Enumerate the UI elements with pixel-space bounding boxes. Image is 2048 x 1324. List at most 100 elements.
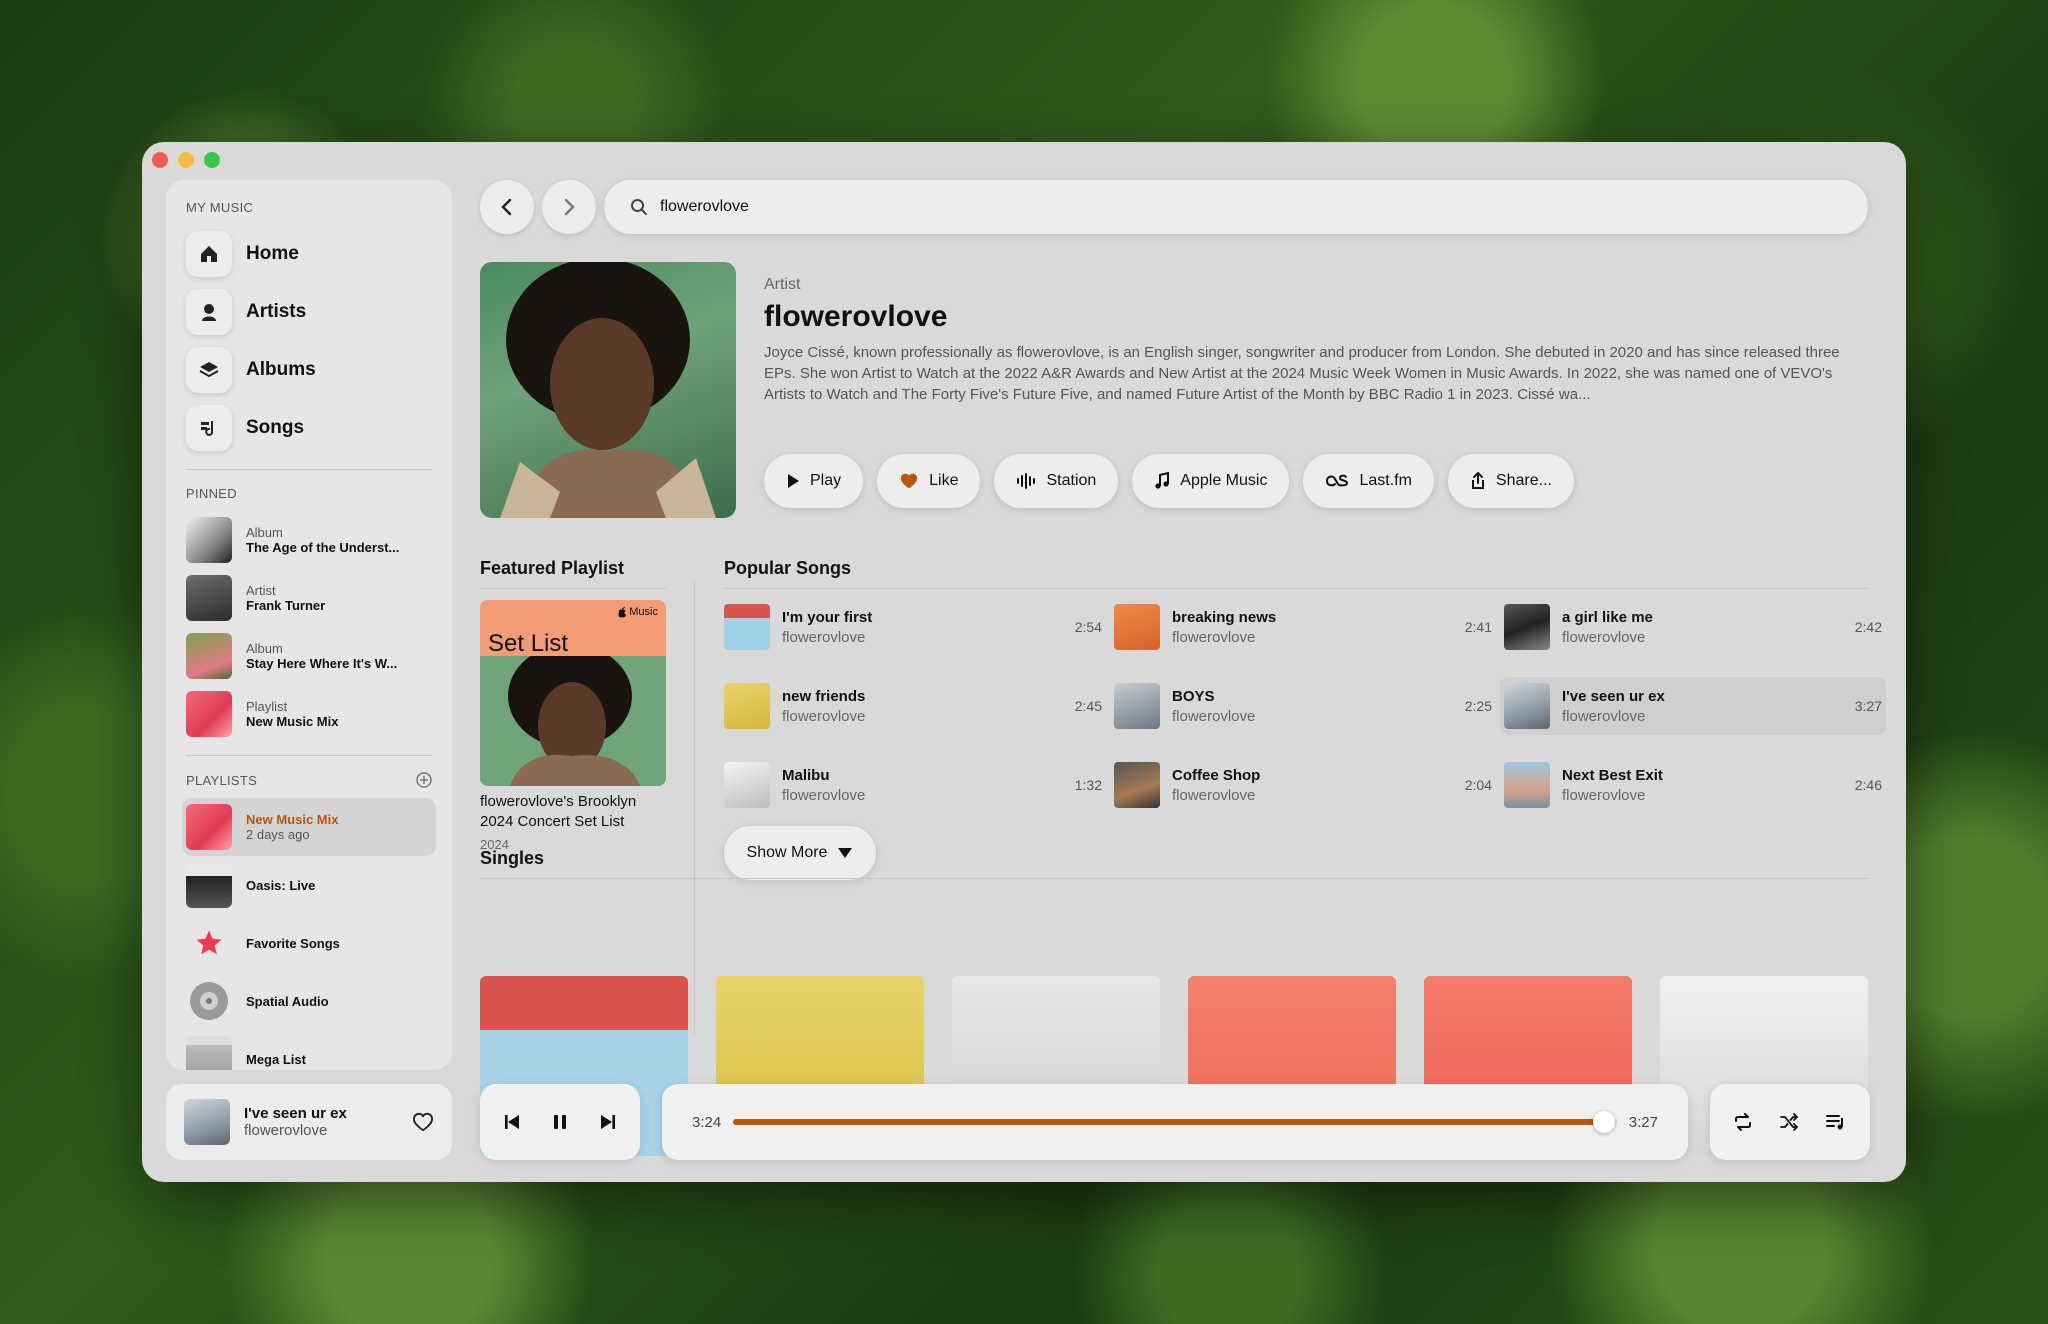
song-row[interactable]: Malibu flowerovlove 1:32 xyxy=(720,756,1106,814)
song-title: BOYS xyxy=(1172,687,1215,705)
song-artwork xyxy=(1504,762,1550,808)
song-row-now-playing[interactable]: I've seen ur ex flowerovlove 3:27 xyxy=(1500,677,1886,735)
pause-button[interactable] xyxy=(552,1113,568,1131)
now-playing-artwork xyxy=(184,1099,230,1145)
queue-button[interactable] xyxy=(1825,1113,1847,1131)
music-note-icon xyxy=(1155,472,1170,489)
song-artwork xyxy=(1114,604,1160,650)
song-row[interactable]: a girl like me flowerovlove 2:42 xyxy=(1500,598,1886,656)
like-button[interactable]: Like xyxy=(877,454,981,508)
song-artwork xyxy=(1114,762,1160,808)
now-playing-artist: flowerovlove xyxy=(244,1122,328,1139)
heart-icon xyxy=(900,473,918,489)
next-track-button[interactable] xyxy=(599,1113,617,1131)
pinned-item[interactable]: Album Stay Here Where It's W... xyxy=(186,627,432,685)
playlist-item-new-music-mix[interactable]: New Music Mix 2 days ago xyxy=(182,798,436,856)
search-icon xyxy=(631,199,647,215)
progress-knob[interactable] xyxy=(1592,1111,1615,1133)
song-artist: flowerovlove xyxy=(1172,628,1256,646)
spatial-audio-icon xyxy=(186,978,232,1024)
song-artwork xyxy=(1504,604,1550,650)
apple-music-button[interactable]: Apple Music xyxy=(1132,454,1290,508)
song-duration: 3:27 xyxy=(1854,698,1882,714)
playlist-item-mega-list[interactable]: Mega List xyxy=(182,1030,436,1070)
zoom-window-button[interactable] xyxy=(204,152,220,168)
song-row[interactable]: I'm your first flowerovlove 2:54 xyxy=(720,598,1106,656)
song-duration: 1:32 xyxy=(1074,777,1102,793)
sidebar-item-label: Artists xyxy=(246,301,307,322)
divider xyxy=(186,755,432,756)
song-artist: flowerovlove xyxy=(782,707,866,725)
pinned-item[interactable]: Album The Age of the Underst... xyxy=(186,511,432,569)
singles-heading: Singles xyxy=(480,848,545,868)
song-row[interactable]: Coffee Shop flowerovlove 2:04 xyxy=(1110,756,1496,814)
featured-playlist-title[interactable]: flowerovlove's Brooklyn 2024 Concert Set… xyxy=(480,792,666,832)
song-row[interactable]: new friends flowerovlove 2:45 xyxy=(720,677,1106,735)
playlist-item-favorite-songs[interactable]: Favorite Songs xyxy=(182,914,436,972)
shuffle-button[interactable] xyxy=(1779,1113,1799,1131)
albums-icon xyxy=(186,347,232,393)
now-playing-card[interactable]: I've seen ur ex flowerovlove xyxy=(166,1084,452,1160)
pinned-title: PINNED xyxy=(186,486,237,501)
extra-controls xyxy=(1710,1084,1870,1160)
close-window-button[interactable] xyxy=(152,152,168,168)
repeat-icon xyxy=(1735,1113,1751,1131)
playlists-header: PLAYLISTS xyxy=(186,772,432,788)
song-artist: flowerovlove xyxy=(1562,628,1646,646)
playlist-cover xyxy=(186,691,232,737)
song-row[interactable]: Next Best Exit flowerovlove 2:46 xyxy=(1500,756,1886,814)
playlist-cover xyxy=(186,862,232,908)
lastfm-button[interactable]: Last.fm xyxy=(1303,454,1434,508)
heart-icon[interactable] xyxy=(412,1112,434,1132)
song-duration: 2:25 xyxy=(1464,698,1492,714)
sidebar-item-label: Songs xyxy=(246,417,305,438)
show-more-button[interactable]: Show More xyxy=(724,826,876,880)
song-artist: flowerovlove xyxy=(782,786,866,804)
sidebar-item-artists[interactable]: Artists xyxy=(186,283,432,341)
pinned-item[interactable]: Playlist New Music Mix xyxy=(186,685,432,743)
song-artwork xyxy=(724,604,770,650)
progress-track[interactable] xyxy=(733,1111,1617,1133)
playlist-cover xyxy=(186,1036,232,1070)
total-time: 3:27 xyxy=(1628,1113,1658,1131)
featured-playlist-cover[interactable]: Set List Music xyxy=(480,600,666,786)
artist-photo xyxy=(186,575,232,621)
pinned-item[interactable]: Artist Frank Turner xyxy=(186,569,432,627)
play-button[interactable]: Play xyxy=(764,454,864,508)
pinned-name: The Age of the Underst... xyxy=(246,540,400,555)
song-row[interactable]: BOYS flowerovlove 2:25 xyxy=(1110,677,1496,735)
playlist-cover xyxy=(186,804,232,850)
triangle-down-icon xyxy=(838,848,853,858)
sidebar-item-albums[interactable]: Albums xyxy=(186,341,432,399)
app-window: MY MUSIC Home Artists Albums Songs PINNE… xyxy=(142,142,1906,1182)
song-artist: flowerovlove xyxy=(1172,707,1256,725)
playlist-name: Favorite Songs xyxy=(246,935,340,951)
station-button[interactable]: Station xyxy=(994,454,1119,508)
sidebar-item-songs[interactable]: Songs xyxy=(186,399,432,457)
lastfm-icon xyxy=(1326,474,1349,487)
song-title: new friends xyxy=(782,687,866,705)
back-button[interactable] xyxy=(480,180,534,234)
repeat-button[interactable] xyxy=(1733,1113,1753,1131)
featured-playlist-heading: Featured Playlist xyxy=(480,558,625,578)
playlist-name: Oasis: Live xyxy=(246,877,316,893)
add-playlist-icon[interactable] xyxy=(416,772,432,788)
song-duration: 2:41 xyxy=(1464,619,1492,635)
search-input[interactable] xyxy=(660,198,1842,216)
pinned-kind: Artist xyxy=(246,583,276,598)
search-bar[interactable] xyxy=(604,180,1868,234)
elapsed-time: 3:24 xyxy=(692,1113,722,1131)
playlist-name: Spatial Audio xyxy=(246,993,329,1009)
playlist-item-spatial-audio[interactable]: Spatial Audio xyxy=(182,972,436,1030)
apple-music-label: Apple Music xyxy=(1180,472,1268,489)
song-duration: 2:04 xyxy=(1464,777,1492,793)
sidebar: MY MUSIC Home Artists Albums Songs PINNE… xyxy=(166,180,452,1070)
song-row[interactable]: breaking news flowerovlove 2:41 xyxy=(1110,598,1496,656)
share-button[interactable]: Share... xyxy=(1447,454,1574,508)
forward-button[interactable] xyxy=(542,180,596,234)
sidebar-item-home[interactable]: Home xyxy=(186,225,432,283)
minimize-window-button[interactable] xyxy=(178,152,194,168)
divider xyxy=(480,588,666,589)
previous-track-button[interactable] xyxy=(503,1113,521,1131)
playlist-item-oasis-live[interactable]: Oasis: Live xyxy=(182,856,436,914)
